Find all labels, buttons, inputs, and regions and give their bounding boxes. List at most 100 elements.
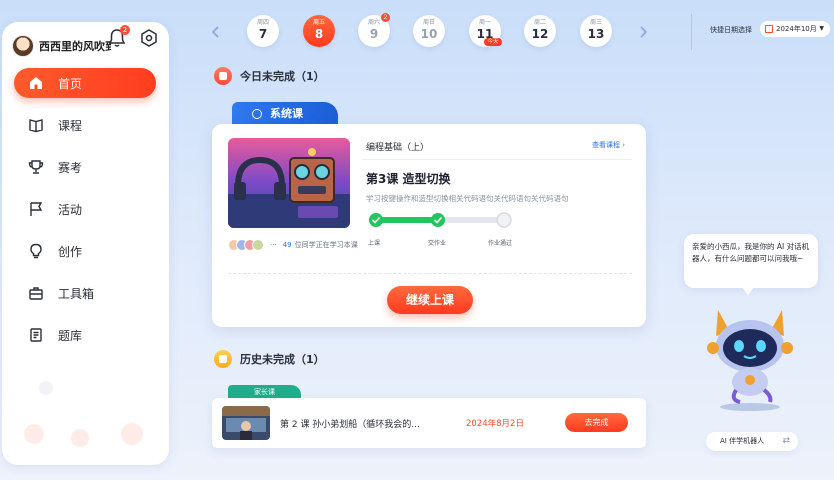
sidebar-item-label: 工具箱 [58, 286, 95, 301]
sidebar-item-label: 赛考 [58, 160, 83, 175]
history-section-title: 历史未完成（1） [240, 353, 325, 366]
sidebar-item-toolbox[interactable]: 工具箱 [14, 278, 156, 308]
today-tag: 今天 [484, 38, 502, 46]
month-picker-value: 2024年10月 [776, 25, 817, 33]
continue-class-button[interactable]: 继续上课 [387, 286, 473, 314]
sidebar-item-courses[interactable]: 课程 [14, 110, 156, 140]
sidebar-nav: 首页 课程 赛考 活动 创作 工具箱 题库 [14, 68, 156, 362]
date-day: 9 [369, 27, 379, 41]
date-item[interactable]: 周六 9 2 [358, 13, 390, 47]
book-icon [29, 119, 43, 133]
trophy-icon [28, 160, 44, 174]
sidebar-item-activities[interactable]: 活动 [14, 194, 156, 224]
question-bank-icon [30, 328, 42, 342]
sidebar-item-label: 活动 [58, 202, 83, 217]
speech-bubble-tail [742, 287, 754, 295]
system-course-tab: 系统课 [232, 102, 338, 126]
step-label: 上课 [368, 240, 381, 247]
date-item[interactable]: 周二 12 [524, 15, 556, 47]
history-lesson-title: 第 2 课 孙小弟划船（循环我会的... [280, 420, 420, 430]
sidebar-item-label: 创作 [58, 244, 83, 259]
toolbox-icon [29, 287, 43, 300]
today-section-header: 今日未完成（1） [214, 67, 325, 85]
swap-icon: ⇄ [782, 436, 790, 446]
date-weekday: 周二 [533, 19, 546, 26]
lesson-progress [369, 212, 512, 228]
lightbulb-icon [30, 243, 42, 259]
calendar-icon [765, 25, 773, 33]
step-3-pending [496, 212, 512, 228]
date-day: 13 [587, 27, 605, 41]
date-item-selected[interactable]: 周五 8 [303, 15, 335, 47]
date-badge: 2 [381, 13, 390, 22]
avatar[interactable] [12, 35, 34, 57]
view-course-label: 查看课程 [592, 141, 620, 149]
lesson-description: 学习按键操作和造型切换相关代码语句关代码语句关代码语句 [366, 194, 569, 203]
next-week-arrow-icon[interactable] [637, 24, 649, 40]
sidebar-item-label: 首页 [58, 76, 83, 91]
decorative-faded-icons [24, 381, 143, 447]
date-weekday: 周四 [256, 19, 269, 26]
settings-icon[interactable] [140, 29, 158, 47]
date-item-today[interactable]: 周一 11 今天 [469, 15, 502, 47]
header-divider [691, 14, 692, 50]
assistant-speech-bubble: 亲爱的小西瓜，我是你的 AI 对话机器人，有什么问题都可以问我哦~ [684, 234, 818, 288]
course-subtitle: 编程基础（上） [366, 143, 430, 153]
caret-down-icon: ▼ [819, 25, 824, 32]
today-course-card: ··· 49 位同学正在学习本课 编程基础（上） 查看课程 › 第3课 造型切换… [212, 124, 646, 327]
lesson-title: 第3课 造型切换 [366, 172, 451, 186]
system-course-tab-label: 系统课 [270, 107, 303, 120]
date-weekday: 周日 [422, 19, 435, 26]
history-section-header: 历史未完成（1） [214, 350, 325, 368]
learners-row: ··· 49 位同学正在学习本课 [228, 239, 358, 251]
sidebar-item-create[interactable]: 创作 [14, 236, 156, 266]
sidebar-item-home[interactable]: 首页 [14, 68, 156, 98]
step-2-done [431, 213, 445, 227]
notification-badge: 2 [120, 25, 130, 35]
ai-companion-label: AI 伴学机器人 [720, 437, 765, 445]
ai-companion-switch[interactable]: AI 伴学机器人 ⇄ [706, 432, 798, 451]
date-day: 7 [258, 27, 268, 41]
date-item[interactable]: 周三 13 [580, 15, 612, 47]
ai-robot-mascot-icon[interactable] [700, 304, 800, 412]
learners-text: 位同学正在学习本课 [294, 241, 358, 249]
sidebar-item-competitions[interactable]: 赛考 [14, 152, 156, 182]
step-labels: 上课 交作业 作业通过 [366, 238, 526, 248]
date-item[interactable]: 周日 10 [413, 15, 445, 47]
history-section-icon [214, 350, 232, 368]
view-course-link[interactable]: 查看课程 › [592, 140, 625, 150]
sidebar-item-label: 题库 [58, 328, 83, 343]
step-label: 作业通过 [488, 240, 513, 247]
history-course-thumbnail[interactable] [222, 406, 270, 440]
date-item[interactable]: 周四 7 [247, 15, 279, 47]
sidebar: 西西里的风吹到... 2 首页 课程 赛考 [2, 22, 169, 465]
today-section-icon [214, 67, 232, 85]
previous-week-arrow-icon[interactable] [210, 24, 222, 40]
learner-avatar [252, 239, 264, 251]
date-weekday: 周一 [478, 19, 491, 26]
home-icon [30, 77, 42, 89]
go-complete-button[interactable]: 去完成 [565, 413, 628, 432]
history-course-card: 第 2 课 孙小弟划船（循环我会的... 2024年8月2日 去完成 [212, 398, 646, 448]
today-section-title: 今日未完成（1） [240, 70, 325, 83]
username[interactable]: 西西里的风吹到... [39, 38, 111, 54]
date-weekday: 周五 [312, 19, 325, 26]
sidebar-item-label: 课程 [58, 118, 83, 133]
card-divider [362, 159, 632, 160]
step-label: 交作业 [428, 240, 447, 247]
sidebar-item-question-bank[interactable]: 题库 [14, 320, 156, 350]
course-thumbnail[interactable] [228, 138, 350, 228]
step-1-done [369, 213, 383, 227]
card-dashed-divider [228, 273, 632, 274]
month-picker[interactable]: 2024年10月 ▼ [760, 21, 830, 37]
quick-date-label: 快捷日期选择 [710, 26, 752, 34]
flag-icon [30, 202, 43, 216]
history-lesson-date: 2024年8月2日 [466, 419, 524, 429]
date-day: 8 [314, 27, 324, 41]
app-root: 西西里的风吹到... 2 首页 课程 赛考 [0, 0, 834, 480]
date-day: 10 [420, 27, 438, 41]
learners-count: 49 [282, 241, 292, 249]
date-day: 12 [531, 27, 549, 41]
chevron-right-icon: › [622, 141, 626, 149]
date-weekday: 周三 [589, 19, 602, 26]
